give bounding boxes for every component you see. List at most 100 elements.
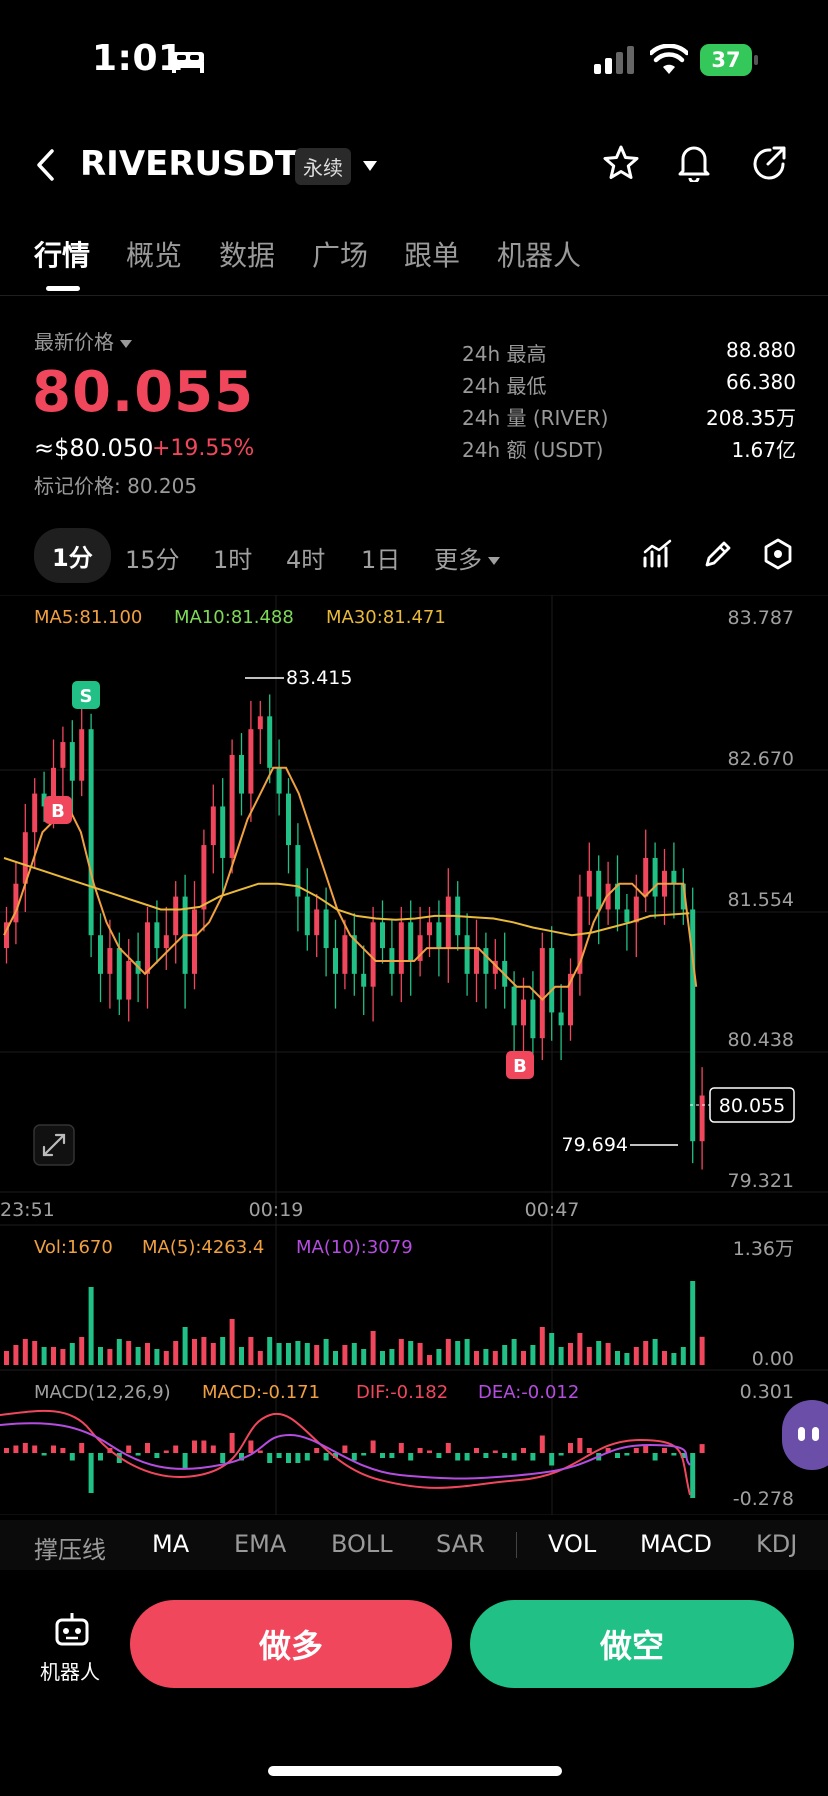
volume-bar [286,1343,291,1365]
wifi-icon [650,44,688,74]
candle-body [107,948,113,974]
battery-indicator: 37 [700,44,758,76]
volume-bar [558,1347,564,1365]
kline-chart[interactable]: MA5:81.100 MA10:81.488 MA30:81.471 83.78… [0,595,828,1515]
macd-bar [445,1443,451,1453]
pair-dropdown-icon[interactable] [362,160,378,172]
volume-bar [4,1351,9,1365]
tab-copy-trading[interactable]: 跟单 [404,234,460,274]
stat-label: 24h 最高 [462,342,547,366]
macd-bar [41,1453,47,1456]
indicator-ma[interactable]: MA [152,1530,189,1558]
macd-bar [483,1453,489,1458]
candle-body [276,767,282,794]
long-button[interactable]: 做多 [130,1600,452,1688]
robot-label[interactable]: 机器人 [40,1656,100,1685]
volume-bar [502,1345,508,1365]
volume-bar [51,1347,56,1365]
volume-bar [69,1343,75,1365]
interval-selector: 1分 15分 1时 4时 1日 更多 [0,526,828,583]
indicator-macd[interactable]: MACD [640,1530,712,1558]
draw-pen-icon[interactable] [702,538,734,570]
candle-body [145,922,150,974]
volume-bar [389,1349,395,1365]
candle-body [323,909,329,949]
alert-bell-icon[interactable] [675,142,713,182]
volume-bar [483,1349,489,1365]
candle-body [586,870,592,897]
candle-body [511,986,517,1026]
tab-data[interactable]: 数据 [219,234,275,274]
interval-1d[interactable]: 1日 [361,540,400,575]
volume-bar [107,1349,113,1365]
indicator-boll[interactable]: BOLL [331,1530,393,1558]
macd-bar [276,1453,282,1458]
chart-canvas[interactable]: MA5:81.100 MA10:81.488 MA30:81.471 83.78… [0,595,828,1515]
volume-bar [690,1281,696,1365]
volume-bar [370,1331,376,1365]
price-type-selector[interactable]: 最新价格 [34,326,132,355]
last-price: 80.055 [32,360,255,425]
24h-stats: 24h 最高 88.880 24h 最低 66.380 24h 量 (RIVER… [462,338,796,466]
candle-body [69,742,75,781]
macd-bar [662,1448,667,1453]
macd-bar [511,1453,517,1461]
candle-body [116,948,122,1000]
low-price-marker: 79.694 [562,1134,628,1156]
volume-bar [126,1341,132,1365]
macd-bar [615,1453,620,1458]
candle-body [295,845,301,897]
macd-value-legend: MACD:-0.171 [202,1382,320,1403]
tab-bots[interactable]: 机器人 [497,234,581,274]
fullscreen-expand-icon[interactable] [33,1124,75,1166]
price-summary: 最新价格 80.055 ≈$80.050 +19.55% 标记价格: 80.20… [0,320,828,500]
trading-pair-title[interactable]: RIVERUSDT [80,144,298,184]
assistant-chat-bubble[interactable] [782,1400,828,1470]
indicator-sar[interactable]: SAR [436,1530,485,1558]
interval-1h[interactable]: 1时 [213,540,252,575]
macd-bar [69,1453,75,1461]
volume-axis-label: 1.36万 [733,1238,794,1260]
stat-label: 24h 额 (USDT) [462,438,604,462]
tab-overview[interactable]: 概览 [126,234,182,274]
indicator-settings-icon[interactable] [642,538,674,570]
chart-settings-hexagon-icon[interactable] [762,538,794,570]
bottom-action-bar: 机器人 做多 做空 [0,1590,828,1710]
short-button[interactable]: 做空 [470,1600,794,1688]
volume-bar [530,1345,536,1365]
status-bar: 1:01 37 [0,0,828,120]
candle-body [257,716,263,730]
interval-4h[interactable]: 4时 [286,540,325,575]
candle-body [229,754,235,858]
indicator-ema[interactable]: EMA [234,1530,286,1558]
candle-body [445,896,451,949]
macd-bar [220,1453,226,1463]
tab-market[interactable]: 行情 [34,234,90,274]
candle-body [361,973,367,987]
volume-ma10-legend: MA(10):3079 [296,1237,413,1258]
volume-bar [342,1345,348,1365]
macd-bar [323,1453,329,1461]
share-icon[interactable] [750,144,788,182]
tab-square[interactable]: 广场 [312,234,368,274]
indicator-vol[interactable]: VOL [548,1530,596,1558]
interval-more[interactable]: 更多 [434,540,500,575]
candle-body [596,870,602,910]
candle-body [210,806,216,846]
indicator-kdj[interactable]: KDJ [756,1530,797,1558]
volume-bar [182,1327,188,1365]
robot-icon[interactable] [52,1610,92,1650]
stat-value: 88.880 [726,338,796,362]
indicator-support-resistance[interactable]: 撑压线 [34,1530,106,1565]
favorite-star-icon[interactable] [602,144,640,182]
macd-bar [342,1445,348,1453]
macd-bar [370,1440,376,1453]
candle-body [624,909,630,923]
candle-body [333,948,338,974]
header: RIVERUSDT 永续 [0,130,828,200]
interval-15m[interactable]: 15分 [125,540,180,575]
candle-body [370,922,376,987]
macd-bar [389,1453,395,1458]
interval-1m[interactable]: 1分 [34,528,111,583]
back-arrow-icon[interactable] [34,148,58,182]
